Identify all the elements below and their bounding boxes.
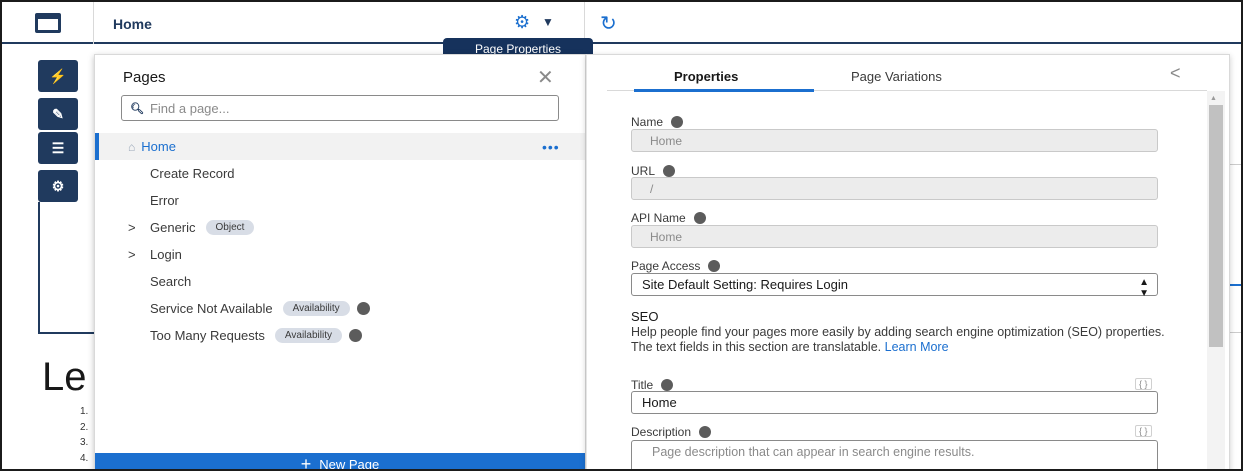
selection-outline: [38, 202, 40, 334]
info-icon[interactable]: [693, 212, 706, 224]
page-item-label: Login: [150, 247, 182, 262]
page-item-generic[interactable]: > Generic Object: [95, 214, 585, 241]
translatable-icon: { }: [1135, 425, 1152, 437]
chevron-right-icon[interactable]: >: [128, 247, 136, 262]
chevron-right-icon[interactable]: >: [128, 220, 136, 235]
learn-more-link[interactable]: Learn More: [885, 340, 949, 354]
collapse-icon[interactable]: <: [1170, 63, 1181, 84]
preview-divider: [1228, 164, 1241, 165]
page-item-label: Home: [141, 139, 176, 154]
name-label: Name: [631, 115, 684, 129]
pages-list: ⌂ Home ••• Create Record Error > Generic…: [95, 133, 585, 349]
page-item-login[interactable]: > Login: [95, 241, 585, 268]
seo-heading: SEO: [631, 309, 659, 324]
info-icon[interactable]: [348, 329, 362, 342]
page-item-label: Service Not Available: [150, 301, 273, 316]
selection-outline: [38, 332, 96, 334]
api-name-label: API Name: [631, 211, 706, 225]
page-item-label: Too Many Requests: [150, 328, 265, 343]
app-menu-icon[interactable]: [2, 2, 94, 44]
page-item-error[interactable]: Error: [95, 187, 585, 214]
page-item-label: Create Record: [150, 166, 235, 181]
status-badge: Availability: [282, 301, 350, 316]
plus-icon: +: [300, 453, 312, 471]
scroll-up-icon[interactable]: ▲: [1210, 95, 1217, 102]
active-tab-indicator: [634, 89, 814, 92]
pages-title: Pages: [123, 69, 166, 86]
page-item-label: Error: [150, 193, 179, 208]
new-page-button[interactable]: + New Page: [95, 453, 585, 471]
description-label: Description: [631, 425, 712, 439]
close-icon[interactable]: ✕: [537, 65, 554, 90]
menu-icon[interactable]: ☰: [38, 132, 78, 164]
chevron-down-icon[interactable]: ▼: [542, 15, 554, 29]
lightning-icon[interactable]: ⚡: [38, 60, 78, 92]
page-access-label: Page Access: [631, 259, 721, 273]
status-badge: Availability: [274, 328, 342, 343]
page-item-home[interactable]: ⌂ Home •••: [95, 133, 585, 160]
search-icon: 🔍︎: [130, 102, 144, 115]
pages-panel: Pages ✕ 🔍︎ Find a page... ⌂ Home ••• Cre…: [94, 54, 586, 471]
seo-help-text: Help people find your pages more easily …: [631, 325, 1165, 354]
title-field[interactable]: Home: [631, 391, 1158, 414]
api-name-field: Home: [631, 225, 1158, 248]
select-arrows-icon: ▲ ▼: [1139, 277, 1149, 299]
tab-properties[interactable]: Properties: [674, 69, 738, 84]
gear-icon[interactable]: ⚙: [38, 170, 78, 202]
name-field: Home: [631, 129, 1158, 152]
status-badge: Object: [205, 220, 255, 235]
page-item-label: Generic: [150, 220, 196, 235]
page-item-too-many-requests[interactable]: Too Many Requests Availability: [95, 322, 585, 349]
info-icon[interactable]: [699, 426, 712, 438]
preview-heading: Le: [42, 355, 87, 399]
scrollbar-thumb[interactable]: [1209, 105, 1223, 347]
brush-icon[interactable]: ✎: [38, 98, 78, 130]
home-icon: ⌂: [128, 139, 136, 154]
page-item-service-not-available[interactable]: Service Not Available Availability: [95, 295, 585, 322]
top-toolbar: Home ⚙ ▼ ↻: [2, 2, 1241, 44]
info-icon[interactable]: [661, 379, 674, 391]
tab-page-variations[interactable]: Page Variations: [851, 69, 942, 84]
app-frame: Home ⚙ ▼ ↻ Page Properties ⚡ ✎ ☰ ⚙ Le 1.…: [0, 0, 1243, 471]
url-field: /: [631, 177, 1158, 200]
info-icon[interactable]: [663, 165, 676, 177]
properties-tabs: Properties Page Variations: [607, 55, 1207, 92]
refresh-icon[interactable]: ↻: [600, 11, 617, 36]
gear-icon[interactable]: ⚙: [514, 12, 530, 33]
current-page-name[interactable]: Home: [113, 16, 152, 32]
translatable-icon: { }: [1135, 378, 1152, 390]
more-actions-icon[interactable]: •••: [542, 139, 560, 155]
info-icon[interactable]: [671, 116, 684, 128]
page-item-search[interactable]: Search: [95, 268, 585, 295]
preview-numbered-list: 1. 2. 3. 4.: [80, 406, 89, 464]
title-label: Title: [631, 378, 674, 392]
preview-divider: [1228, 332, 1241, 333]
info-icon[interactable]: [708, 260, 721, 272]
page-item-label: Search: [150, 274, 192, 289]
page-item-create-record[interactable]: Create Record: [95, 160, 585, 187]
search-input[interactable]: 🔍︎ Find a page...: [121, 95, 559, 121]
new-page-label: New Page: [319, 456, 380, 471]
url-label: URL: [631, 164, 676, 178]
info-icon[interactable]: [356, 302, 370, 315]
page-access-select[interactable]: Site Default Setting: Requires Login ▲ ▼: [631, 273, 1158, 299]
search-placeholder: Find a page...: [149, 100, 230, 116]
preview-accent: [1230, 284, 1241, 286]
description-field[interactable]: Page description that can appear in sear…: [631, 440, 1158, 469]
properties-panel: Properties Page Variations < ▲ Name Home…: [586, 54, 1230, 469]
